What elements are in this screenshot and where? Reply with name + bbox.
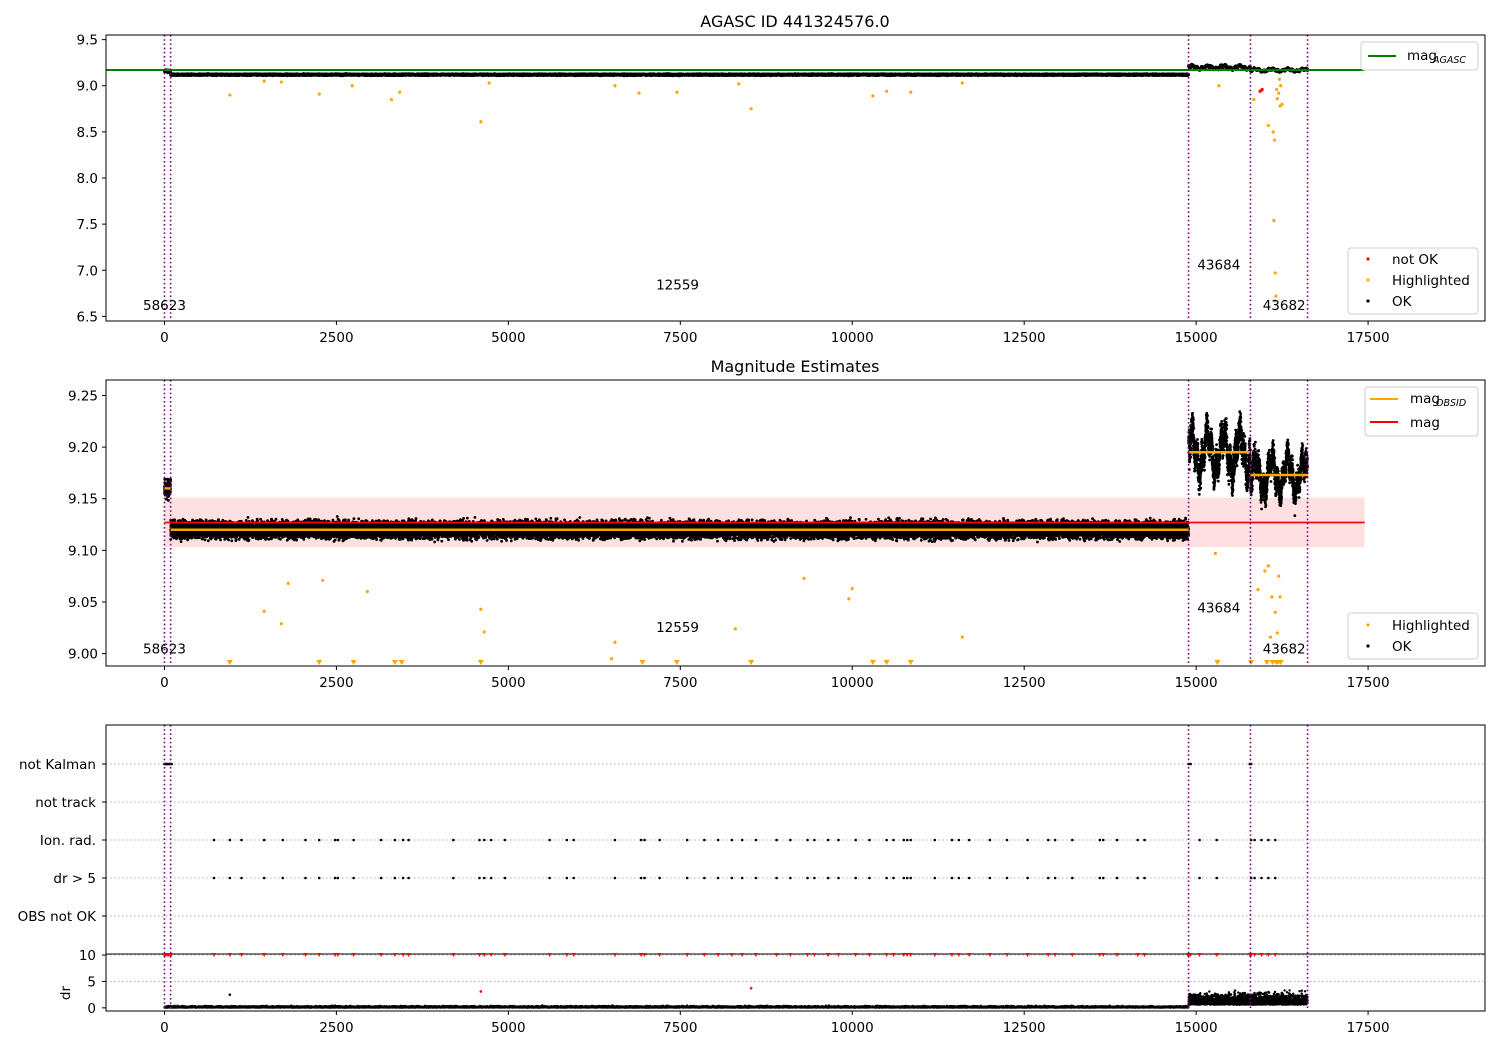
panel-1-title: AGASC ID 441324576.0 <box>700 12 889 31</box>
figure: AGASC ID 441324576.0 5862312559436844368… <box>0 0 1500 1050</box>
